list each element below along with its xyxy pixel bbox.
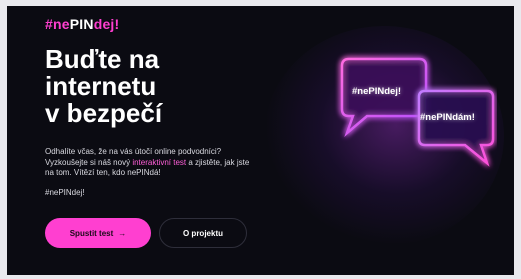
start-test-label: Spustit test: [69, 228, 114, 238]
logo-part-pin: PIN: [69, 16, 94, 32]
chat-bubbles-illustration: [340, 57, 495, 167]
intro-paragraph: Odhalíte včas, že na vás útočí online po…: [45, 147, 255, 179]
logo-part-dej: dej!: [93, 16, 120, 32]
page-headline: Buďte na internetu v bezpečí: [45, 46, 245, 127]
site-logo[interactable]: #nePINdej!: [45, 16, 119, 32]
headline-line-2: internetu: [45, 71, 157, 101]
logo-part-ne: #ne: [45, 16, 70, 32]
start-test-button[interactable]: Spustit test →: [45, 218, 151, 248]
bubble-right-text: #nePINdám!: [420, 112, 475, 123]
hashtag-text: #nePINdej!: [45, 188, 85, 197]
about-project-label: O projektu: [182, 228, 223, 238]
arrow-right-icon: →: [118, 228, 127, 238]
interactive-test-link[interactable]: interaktivní test: [132, 158, 186, 167]
chat-bubble-right: [417, 89, 495, 167]
headline-line-3: v bezpečí: [45, 98, 163, 128]
hero-section: #nePINdej! Buďte na internetu v bezpečí …: [7, 6, 514, 275]
about-project-button[interactable]: O projektu: [159, 218, 247, 248]
bubble-left-text: #nePINdej!: [352, 86, 402, 97]
headline-line-1: Buďte na: [45, 44, 160, 74]
